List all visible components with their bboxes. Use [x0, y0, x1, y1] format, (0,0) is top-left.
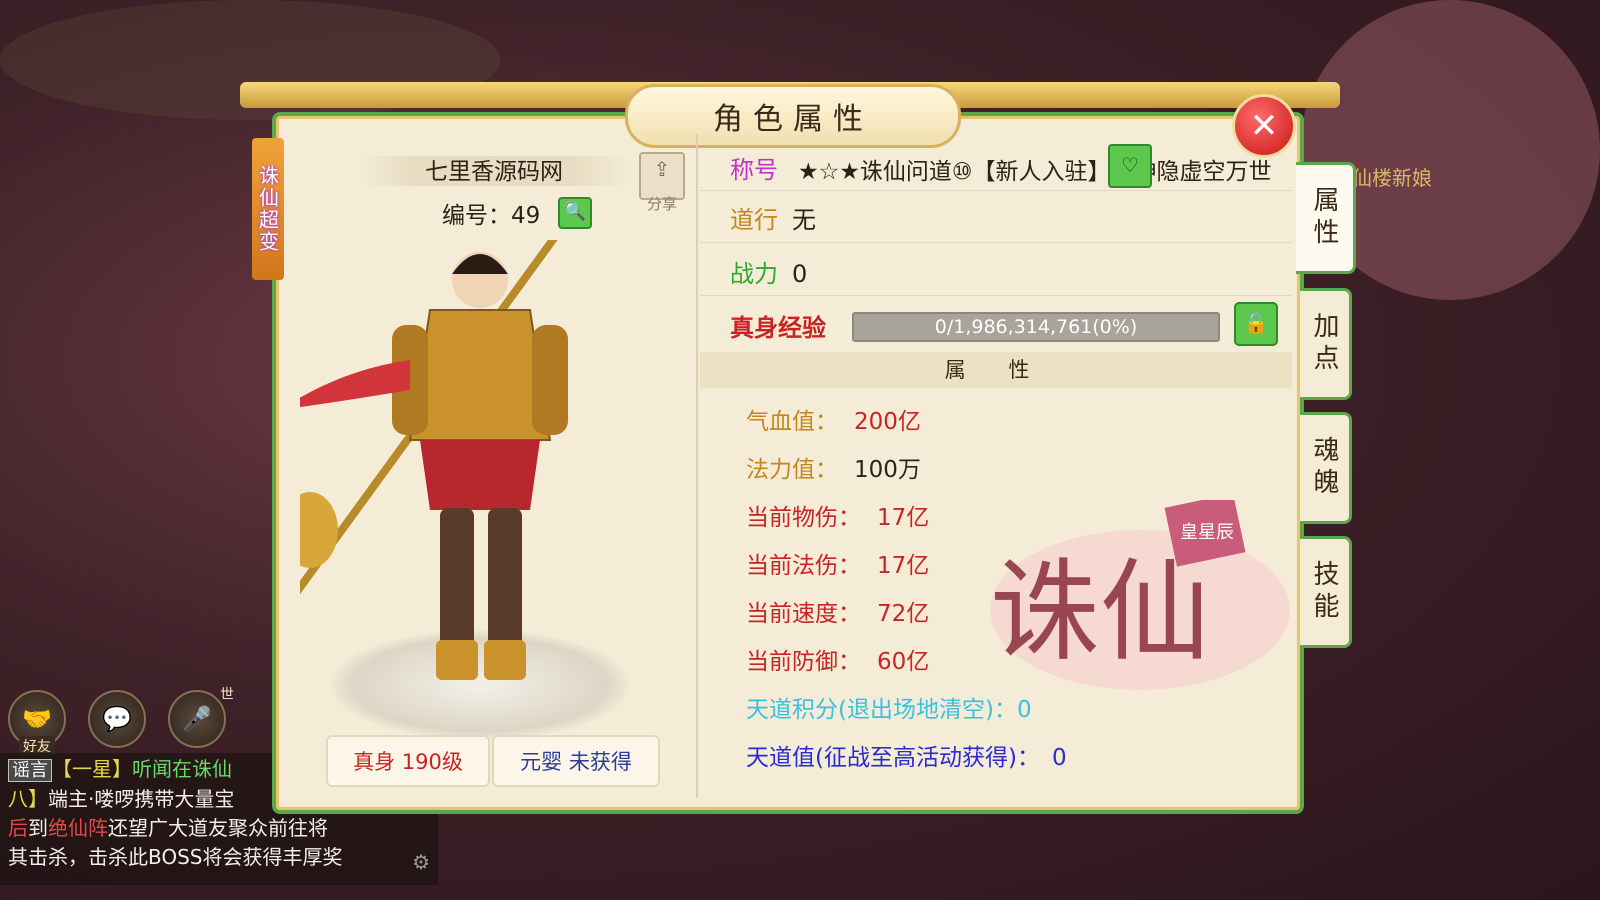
row-divider	[700, 242, 1292, 243]
chat-button[interactable]: 💬	[88, 690, 146, 748]
row-divider	[700, 190, 1292, 191]
chat-line: 后到绝仙阵还望广大道友聚众前往将	[8, 814, 430, 843]
exp-progress-bar: 0/1,986,314,761(0%)	[852, 312, 1220, 342]
voice-button[interactable]: 🎤 世	[168, 687, 234, 748]
friends-button[interactable]: 🤝 好友	[8, 690, 66, 756]
attr-label: 当前物伤：	[746, 505, 861, 531]
unlock-button[interactable]: 🔓	[1234, 302, 1278, 346]
title-value: ★☆★诛仙问道⑩【新人入驻】シ神隐虚空万世	[798, 159, 1272, 185]
chat-text: 【一星】	[52, 757, 132, 781]
rumor-tag: 谣言	[8, 759, 52, 782]
spear-ornament	[300, 492, 338, 568]
attr-label: 当前速度：	[746, 601, 861, 627]
chat-text: 后	[8, 816, 28, 840]
speech-bubble-icon: 💬	[102, 705, 132, 733]
close-icon: ✕	[1249, 106, 1279, 146]
row-divider	[700, 295, 1292, 296]
chat-line: 其击杀，击杀此BOSS将会获得丰厚奖	[8, 843, 430, 872]
dao-row: 道行无	[730, 200, 816, 235]
tab-attributes[interactable]: 属性	[1296, 162, 1356, 274]
column-divider	[696, 134, 698, 798]
attr-value: 100万	[854, 457, 921, 483]
attr-label: 当前法伤：	[746, 553, 861, 579]
character-name: 七里香源码网	[425, 159, 563, 185]
tiandao-value-value: 0	[1051, 745, 1067, 771]
mode-ribbon[interactable]: 诛仙超变	[252, 138, 284, 280]
tiandao-value-label: 天道值(征战至高活动获得)：	[746, 745, 1040, 771]
exp-label: 真身经验	[730, 314, 826, 342]
inspect-button[interactable]: 🔍	[558, 197, 592, 229]
hero-armor	[408, 309, 552, 441]
dao-label: 道行	[730, 206, 778, 234]
attr-value: 17亿	[877, 553, 930, 579]
title-label: 称号	[730, 156, 778, 184]
share-icon: ⇪	[653, 157, 671, 181]
tab-soul[interactable]: 魂魄	[1300, 412, 1352, 524]
attr-hp: 气血值： 200亿	[746, 402, 921, 436]
share-label: 分享	[646, 195, 677, 213]
tiandao-value: 天道值(征战至高活动获得)： 0	[746, 738, 1067, 772]
attr-physical-damage: 当前物伤： 17亿	[746, 498, 929, 532]
attr-speed: 当前速度： 72亿	[746, 594, 929, 628]
chat-text: 绝仙阵	[48, 816, 108, 840]
chat-shortcut-bar: 🤝 好友 💬 🎤 世	[8, 687, 234, 756]
attr-value: 72亿	[877, 601, 930, 627]
true-body-level-button[interactable]: 真身 190级	[326, 735, 490, 787]
handshake-icon: 🤝	[22, 705, 52, 733]
hero-right-boot	[484, 640, 526, 680]
power-value: 0	[792, 260, 808, 288]
chat-text: 到	[28, 816, 48, 840]
hero-hair	[452, 254, 508, 274]
attr-mp: 法力值： 100万	[746, 450, 921, 484]
attr-label: 法力值：	[746, 457, 838, 483]
attr-defense: 当前防御： 60亿	[746, 642, 929, 676]
close-button[interactable]: ✕	[1232, 94, 1296, 158]
attr-value: 17亿	[877, 505, 930, 531]
logo-seal-text: 皇星辰	[1180, 522, 1234, 543]
character-id: 编号：49	[442, 203, 541, 229]
tiandao-points-value: 0	[1016, 697, 1032, 723]
heart-icon: ♡	[1121, 153, 1139, 177]
logo-text: 诛仙	[990, 548, 1210, 676]
share-button[interactable]: ⇪ 分享	[639, 152, 685, 212]
attr-label: 当前防御：	[746, 649, 861, 675]
hero-right-leg	[488, 508, 522, 658]
attr-value: 200亿	[854, 409, 921, 435]
power-label: 战力	[730, 260, 778, 288]
unlock-icon: 🔓	[1243, 311, 1269, 335]
microphone-icon: 🎤	[182, 705, 212, 733]
world-channel-label: 世	[220, 687, 234, 703]
game-logo: 诛仙 皇星辰	[990, 500, 1290, 690]
tiandao-points-label: 天道积分(退出场地清空)：	[746, 697, 1017, 723]
ribbon-label: 诛仙超变	[255, 165, 280, 253]
yuanying-button[interactable]: 元婴 未获得	[492, 735, 660, 787]
panel-title: 角色属性	[625, 84, 961, 148]
tab-add-points[interactable]: 加点	[1300, 288, 1352, 400]
power-row: 战力 0	[730, 254, 807, 289]
chat-text: 八】	[8, 787, 48, 811]
attr-magic-damage: 当前法伤： 17亿	[746, 546, 929, 580]
chat-text: 听闻在诛仙	[132, 757, 232, 781]
search-icon: 🔍	[563, 201, 587, 222]
background-npc-label: 仙楼新娘	[1352, 166, 1432, 190]
character-portrait	[300, 240, 568, 680]
hero-right-arm	[532, 325, 568, 435]
title-select-button[interactable]: ♡	[1108, 144, 1152, 188]
tab-skills[interactable]: 技能	[1300, 536, 1352, 648]
hero-left-boot	[436, 640, 478, 680]
panel-title-text: 角色属性	[713, 102, 873, 137]
hero-left-leg	[440, 508, 474, 658]
tiandao-points: 天道积分(退出场地清空)：0	[746, 690, 1032, 724]
gear-icon[interactable]: ⚙	[412, 848, 430, 877]
attributes-header: 属 性	[700, 352, 1292, 388]
chat-text: 其击杀，击杀此BOSS将会获得丰厚奖	[8, 845, 343, 869]
attr-value: 60亿	[877, 649, 930, 675]
attr-label: 气血值：	[746, 409, 838, 435]
dao-value: 无	[792, 206, 816, 234]
chat-text: 还望广大道友聚众前往将	[108, 816, 328, 840]
chat-text: 端主·喽啰携带大量宝	[48, 787, 235, 811]
hero-skirt	[420, 440, 540, 510]
